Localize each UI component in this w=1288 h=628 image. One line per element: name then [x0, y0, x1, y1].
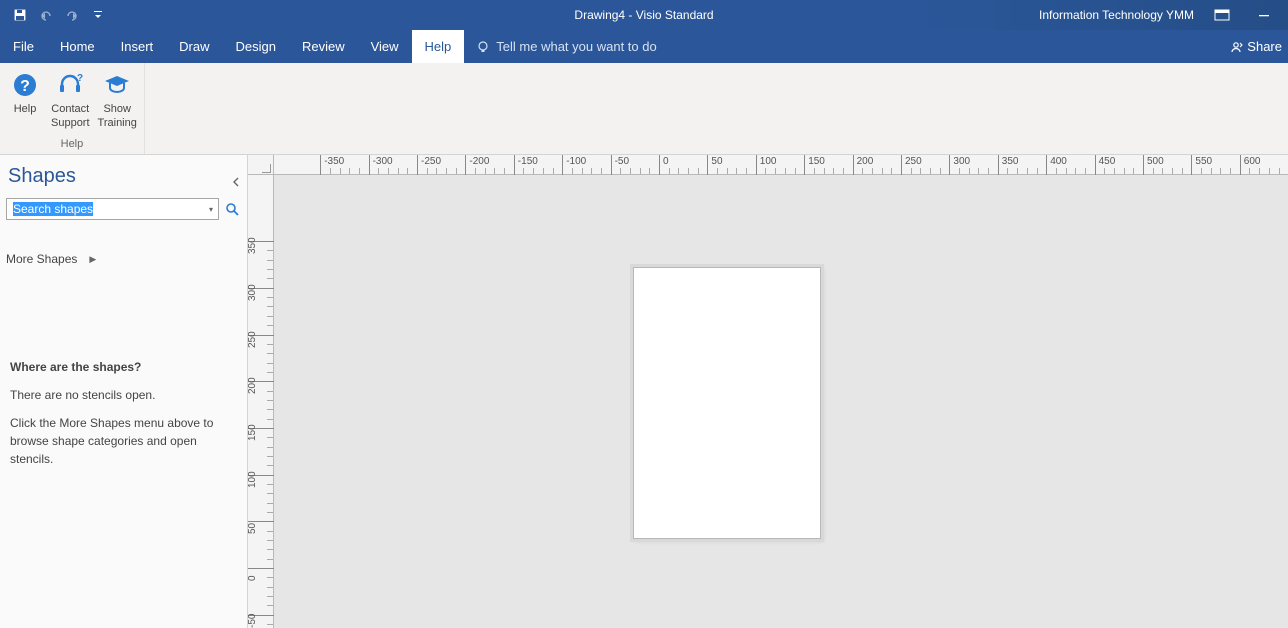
- tab-view[interactable]: View: [358, 30, 412, 63]
- redo-button[interactable]: [60, 3, 84, 27]
- shapes-help-header: Where are the shapes?: [10, 358, 239, 376]
- search-shapes-field[interactable]: ▾: [6, 198, 219, 220]
- show-training-button[interactable]: Show Training: [95, 66, 140, 136]
- quick-access-toolbar: [0, 3, 110, 27]
- drawing-surface[interactable]: [274, 175, 1288, 628]
- ribbon-display-options-button[interactable]: [1208, 3, 1236, 27]
- drawing-page[interactable]: [633, 267, 821, 539]
- window-title: Drawing4 - Visio Standard: [574, 8, 713, 22]
- show-training-label: Show Training: [98, 102, 137, 130]
- titlebar: Drawing4 - Visio Standard Information Te…: [0, 0, 1288, 30]
- save-button[interactable]: [8, 3, 32, 27]
- minimize-button[interactable]: [1250, 3, 1278, 27]
- ribbon-tabs: File Home Insert Draw Design Review View…: [0, 30, 1288, 63]
- more-shapes-menu[interactable]: More Shapes ▶: [0, 242, 247, 276]
- tab-draw[interactable]: Draw: [166, 30, 222, 63]
- contact-support-label: Contact Support: [51, 102, 90, 130]
- graduation-cap-icon: [103, 68, 131, 102]
- help-button[interactable]: ? Help: [4, 66, 46, 136]
- tab-file[interactable]: File: [0, 30, 47, 63]
- svg-text:?: ?: [77, 73, 83, 84]
- shapes-panel: Shapes ▾ More Shapes ▶ Where are the sha…: [0, 155, 248, 628]
- shapes-help-text: Where are the shapes? There are no stenc…: [0, 276, 247, 478]
- tell-me-search[interactable]: Tell me what you want to do: [464, 30, 668, 63]
- search-shapes-input[interactable]: [7, 199, 204, 219]
- canvas-area: -350-300-250-200-150-100-500501001502002…: [248, 155, 1288, 628]
- share-icon: [1229, 40, 1243, 54]
- shapes-help-line1: There are no stencils open.: [10, 386, 239, 404]
- tell-me-label: Tell me what you want to do: [496, 39, 656, 54]
- more-shapes-label: More Shapes: [6, 252, 77, 266]
- vertical-ruler[interactable]: 350300250200150100500-50: [248, 175, 274, 628]
- ribbon: ? Help ? Contact Support Show Training H…: [0, 63, 1288, 155]
- ribbon-group-label: Help: [61, 136, 84, 154]
- search-icon: [225, 202, 239, 216]
- share-button[interactable]: Share: [1223, 30, 1288, 63]
- qat-customize-button[interactable]: [86, 3, 110, 27]
- account-name[interactable]: Information Technology YMM: [1039, 8, 1194, 22]
- share-label: Share: [1247, 39, 1282, 54]
- svg-text:?: ?: [20, 78, 30, 95]
- help-button-label: Help: [14, 102, 37, 116]
- tab-help[interactable]: Help: [412, 30, 465, 63]
- shapes-panel-title: Shapes: [0, 155, 247, 194]
- tab-review[interactable]: Review: [289, 30, 358, 63]
- search-submit-button[interactable]: [223, 198, 241, 220]
- headset-icon: ?: [56, 68, 84, 102]
- tab-insert[interactable]: Insert: [108, 30, 167, 63]
- shapes-help-line2: Click the More Shapes menu above to brow…: [10, 414, 239, 468]
- search-scope-dropdown[interactable]: ▾: [204, 199, 218, 219]
- tab-home[interactable]: Home: [47, 30, 108, 63]
- horizontal-ruler[interactable]: -350-300-250-200-150-100-500501001502002…: [274, 155, 1288, 175]
- ruler-corner[interactable]: [248, 155, 274, 175]
- ribbon-group-help: ? Help ? Contact Support Show Training H…: [0, 63, 145, 154]
- contact-support-button[interactable]: ? Contact Support: [48, 66, 93, 136]
- chevron-right-icon: ▶: [89, 254, 96, 265]
- help-icon: ?: [11, 68, 39, 102]
- collapse-shapes-button[interactable]: [231, 177, 241, 187]
- lightbulb-icon: [476, 40, 490, 54]
- undo-button[interactable]: [34, 3, 58, 27]
- tab-design[interactable]: Design: [223, 30, 289, 63]
